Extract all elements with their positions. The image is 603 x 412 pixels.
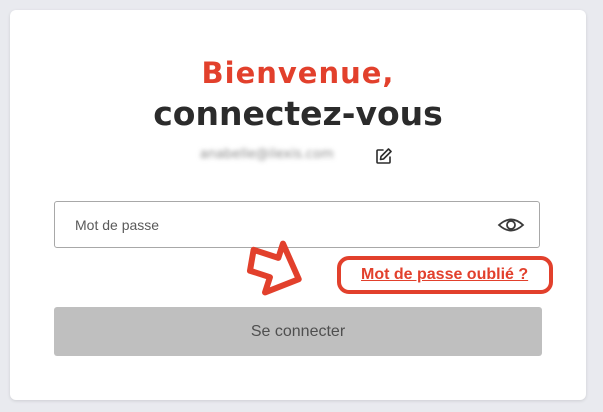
edit-email-icon[interactable] (375, 147, 393, 165)
forgot-password-highlight: Mot de passe oublié ? (337, 256, 553, 294)
page-title: connectez-vous (153, 94, 443, 133)
greeting-title: Bienvenue, (201, 56, 395, 90)
arrow-right-icon (243, 238, 305, 298)
email-row: anabelle@ilexis.com (200, 144, 410, 168)
forgot-password-link[interactable]: Mot de passe oublié ? (361, 266, 528, 284)
login-button[interactable]: Se connecter (54, 307, 542, 356)
eye-icon[interactable] (497, 213, 525, 237)
email-display: anabelle@ilexis.com (200, 147, 334, 162)
